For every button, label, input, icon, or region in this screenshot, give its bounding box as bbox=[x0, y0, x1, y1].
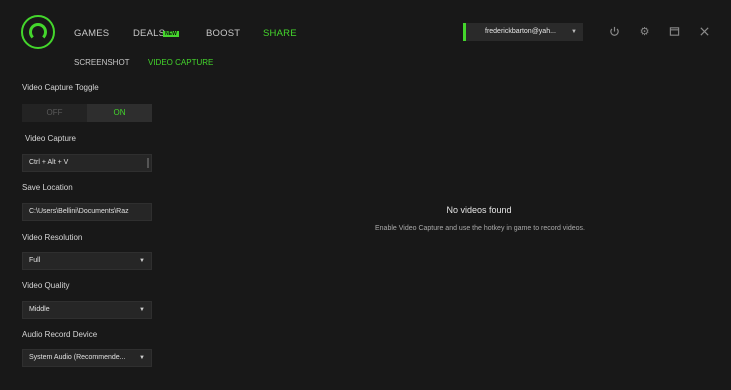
tab-deals[interactable]: DEALS bbox=[133, 28, 165, 39]
video-quality-label: Video Quality bbox=[22, 281, 70, 290]
subtab-video-capture[interactable]: VIDEO CAPTURE bbox=[148, 58, 213, 67]
gear-icon[interactable]: ⚙ bbox=[638, 25, 651, 38]
tab-games[interactable]: GAMES bbox=[74, 28, 109, 39]
subtab-screenshot[interactable]: SCREENSHOT bbox=[74, 58, 130, 67]
empty-state-title: No videos found bbox=[446, 205, 512, 215]
power-icon[interactable] bbox=[608, 25, 621, 38]
chevron-down-icon: ▼ bbox=[139, 355, 145, 361]
account-dropdown[interactable]: frederickbarton@yah... ▼ bbox=[463, 23, 583, 41]
hotkey-clear-handle bbox=[147, 158, 149, 168]
audio-record-device-label: Audio Record Device bbox=[22, 330, 98, 339]
chevron-down-icon: ▼ bbox=[139, 258, 145, 264]
tab-share[interactable]: SHARE bbox=[263, 28, 297, 39]
video-quality-select[interactable]: Middle ▼ bbox=[22, 301, 152, 319]
hotkey-field[interactable]: Ctrl + Alt + V bbox=[22, 154, 152, 172]
save-location-field[interactable]: C:\Users\Bellini\Documents\Raz bbox=[22, 203, 152, 221]
video-capture-toggle[interactable]: OFF ON bbox=[22, 104, 152, 122]
save-location-label: Save Location bbox=[22, 183, 73, 192]
toggle-off-option[interactable]: OFF bbox=[22, 104, 87, 122]
audio-record-device-value: System Audio (Recommende... bbox=[29, 354, 126, 361]
deals-new-badge: NEW bbox=[163, 31, 179, 37]
razer-logo-icon[interactable] bbox=[21, 15, 55, 49]
video-resolution-value: Full bbox=[29, 257, 41, 264]
save-location-value: C:\Users\Bellini\Documents\Raz bbox=[29, 208, 129, 215]
video-capture-hotkey-label: Video Capture bbox=[25, 134, 76, 143]
video-quality-value: Middle bbox=[29, 306, 50, 313]
empty-state-subtitle: Enable Video Capture and use the hotkey … bbox=[374, 225, 585, 232]
video-resolution-label: Video Resolution bbox=[22, 233, 83, 242]
toggle-on-option[interactable]: ON bbox=[87, 104, 152, 122]
window-icon[interactable] bbox=[668, 25, 681, 38]
chevron-down-icon: ▼ bbox=[571, 29, 577, 35]
video-resolution-select[interactable]: Full ▼ bbox=[22, 252, 152, 270]
account-email: frederickbarton@yah... bbox=[485, 28, 556, 35]
audio-record-device-select[interactable]: System Audio (Recommende... ▼ bbox=[22, 349, 152, 367]
top-bar: GAMES DEALS NEW BOOST SHARE SCREENSHOT V… bbox=[0, 0, 731, 68]
video-capture-toggle-label: Video Capture Toggle bbox=[22, 83, 99, 92]
close-icon[interactable] bbox=[698, 25, 711, 38]
chevron-down-icon: ▼ bbox=[139, 307, 145, 313]
hotkey-value: Ctrl + Alt + V bbox=[29, 159, 69, 166]
tab-boost[interactable]: BOOST bbox=[206, 28, 240, 39]
